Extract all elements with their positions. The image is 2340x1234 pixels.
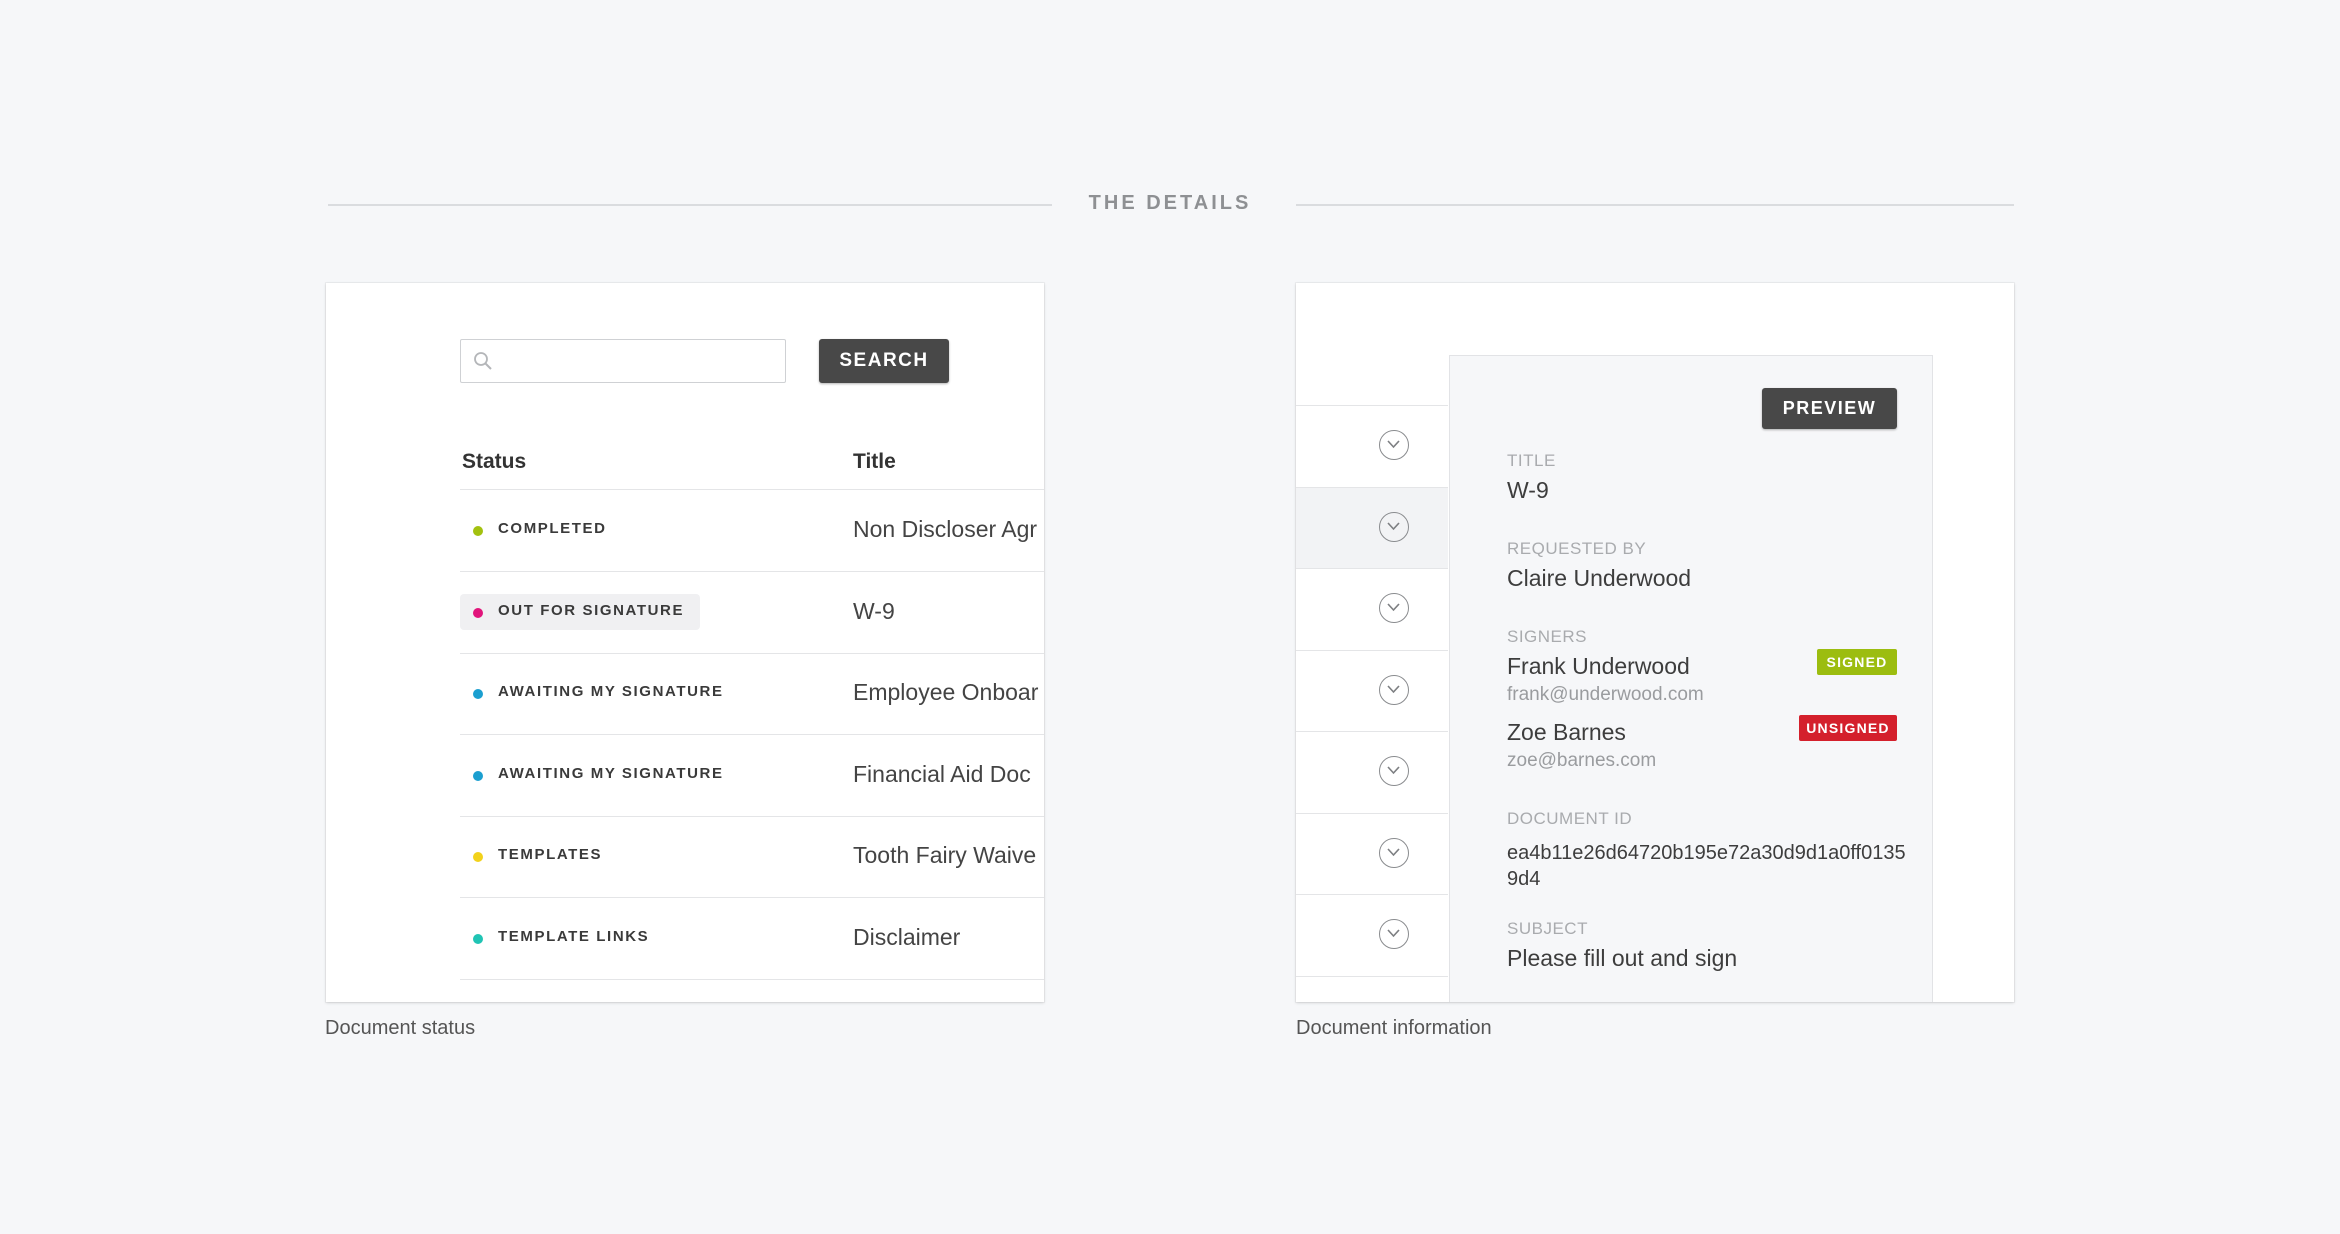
document-information-caption: Document information xyxy=(1296,1017,1492,1039)
document-title[interactable]: Tooth Fairy Waive xyxy=(853,842,1036,869)
status-dot-icon xyxy=(473,689,483,699)
document-title[interactable]: Disclaimer xyxy=(853,924,960,951)
chevron-down-icon[interactable] xyxy=(1379,430,1409,460)
row-divider xyxy=(460,978,1044,980)
status-dot-icon xyxy=(473,770,483,781)
document-id-value: ea4b11e26d64720b195e72a30d9d1a0ff01359d4 xyxy=(1507,842,1906,890)
status-label: AWAITING MY SIGNATURE xyxy=(498,683,724,700)
document-row[interactable] xyxy=(1296,405,1448,486)
signed-badge: SIGNED xyxy=(1817,649,1897,675)
chevron-down-icon[interactable] xyxy=(1379,756,1409,786)
document-title[interactable]: W-9 xyxy=(853,598,895,625)
document-row[interactable] xyxy=(1296,975,1448,1002)
signers-label: SIGNERS xyxy=(1507,627,1588,646)
document-row[interactable] xyxy=(1296,812,1448,894)
document-status-card: SEARCH Status Title COMPLETED Non Disclos… xyxy=(326,283,1044,1002)
document-status-caption: Document status xyxy=(325,1017,476,1039)
title-label: TITLE xyxy=(1507,451,1556,470)
signer-email[interactable]: frank@underwood.com xyxy=(1507,684,1704,706)
status-label: COMPLETED xyxy=(498,520,607,537)
document-information-card: PREVIEW TITLE W-9 REQUESTED BY Claire Un… xyxy=(1296,283,2014,1002)
requested-by-label: REQUESTED BY xyxy=(1507,539,1647,558)
document-id-label: DOCUMENT ID xyxy=(1507,809,1633,828)
table-row[interactable]: TEMPLATES Tooth Fairy Waive xyxy=(460,816,1044,898)
table-row[interactable]: COMPLETED Non Discloser Agr xyxy=(460,490,1044,572)
status-indicator: TEMPLATES xyxy=(460,838,720,874)
chevron-down-icon[interactable] xyxy=(1379,837,1409,868)
chevron-down-icon[interactable] xyxy=(1379,919,1409,949)
document-row[interactable] xyxy=(1296,894,1448,975)
column-header-status[interactable]: Status xyxy=(462,450,526,474)
status-label: TEMPLATE LINKS xyxy=(498,927,650,945)
status-indicator: OUT FOR SIGNATURE xyxy=(460,593,700,630)
unsigned-badge: UNSIGNED xyxy=(1799,715,1897,741)
status-dot-icon xyxy=(473,852,483,862)
signer-name: Frank Underwood xyxy=(1507,653,1690,679)
document-title[interactable]: Employee Onboar xyxy=(853,679,1038,706)
header-rule-left xyxy=(328,204,1052,206)
document-title[interactable]: Non Discloser Agr xyxy=(853,516,1037,543)
table-row[interactable]: AWAITING MY SIGNATURE Financial Aid Doc xyxy=(460,735,1044,817)
document-title[interactable]: Financial Aid Doc xyxy=(853,761,1031,788)
search-input[interactable] xyxy=(460,339,786,383)
status-dot-icon xyxy=(473,607,483,618)
chevron-down-icon[interactable] xyxy=(1379,593,1409,623)
search-button[interactable]: SEARCH xyxy=(819,339,949,383)
requested-by-value: Claire Underwood xyxy=(1507,565,1692,591)
status-indicator: COMPLETED xyxy=(460,512,720,548)
status-indicator: TEMPLATE LINKS xyxy=(460,920,720,956)
status-indicator: AWAITING MY SIGNATURE xyxy=(460,757,722,793)
table-row[interactable]: AWAITING MY SIGNATURE Employee Onboar xyxy=(460,653,1044,735)
preview-button[interactable]: PREVIEW xyxy=(1762,388,1897,429)
title-value: W-9 xyxy=(1507,477,1549,503)
status-label: TEMPLATES xyxy=(498,846,603,863)
subject-value: Please fill out and sign xyxy=(1507,945,1738,971)
document-row[interactable] xyxy=(1296,568,1448,649)
section-title: THE DETAILS xyxy=(1088,192,1252,214)
status-label: AWAITING MY SIGNATURE xyxy=(498,764,724,782)
status-indicator: AWAITING MY SIGNATURE xyxy=(460,675,722,711)
subject-label: SUBJECT xyxy=(1507,919,1588,938)
search-icon xyxy=(473,351,493,376)
table-row[interactable]: TEMPLATE LINKS Disclaimer xyxy=(460,898,1044,980)
document-row[interactable] xyxy=(1296,731,1448,812)
signer-email[interactable]: zoe@barnes.com xyxy=(1507,750,1656,772)
status-label: OUT FOR SIGNATURE xyxy=(498,601,685,619)
header-rule-right xyxy=(1296,204,2014,206)
document-row[interactable] xyxy=(1296,649,1448,731)
document-row[interactable] xyxy=(1296,486,1448,568)
status-dot-icon xyxy=(473,933,483,944)
status-dot-icon xyxy=(473,526,483,536)
chevron-down-icon[interactable] xyxy=(1379,511,1409,542)
signer-name: Zoe Barnes xyxy=(1507,719,1626,745)
table-row[interactable]: OUT FOR SIGNATURE W-9 xyxy=(460,572,1044,654)
column-header-title[interactable]: Title xyxy=(853,450,896,474)
document-details-panel: PREVIEW TITLE W-9 REQUESTED BY Claire Un… xyxy=(1449,355,1933,1002)
chevron-down-icon[interactable] xyxy=(1379,674,1409,705)
